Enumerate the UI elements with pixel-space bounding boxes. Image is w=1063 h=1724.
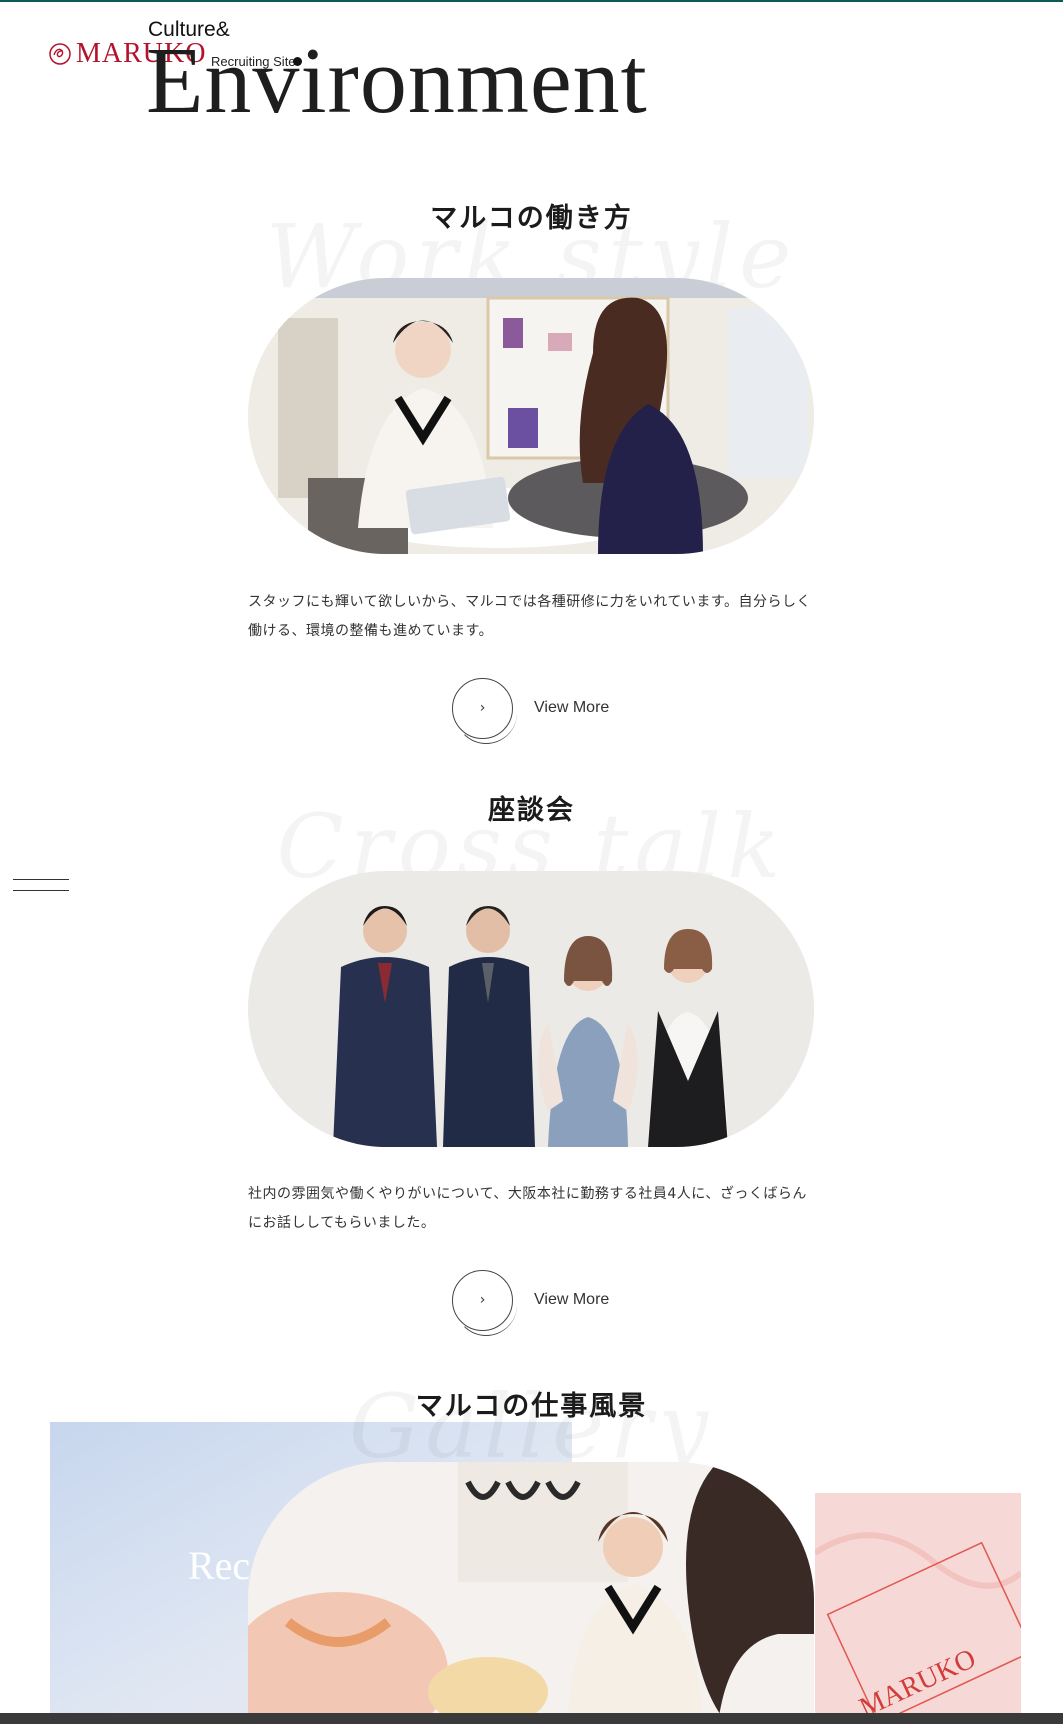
view-more-label: View More [534,699,610,716]
maruko-flower-icon [49,43,71,65]
chevron-right-icon: › [452,677,517,744]
section-title-gallery: マルコの仕事風景 [415,1391,648,1422]
gallery-photo [248,1462,814,1724]
view-more-label: View More [534,1291,610,1308]
work-style-photo [248,278,814,554]
chevron-right-icon: › [452,1269,517,1336]
top-accent-rule [0,0,1063,2]
cross-talk-photo [248,871,814,1147]
bottom-scrollbar[interactable] [0,1713,1063,1724]
page-title: Environment [146,29,648,133]
brand-card[interactable]: MARUKO [815,1493,1021,1714]
work-style-view-more-button[interactable]: › View More [452,677,652,744]
section-title-work-style: マルコの働き方 [430,203,633,234]
cross-talk-view-more-button[interactable]: › View More [452,1269,652,1336]
recruit-card-label: Rec [188,1543,251,1588]
cross-talk-description: 社内の雰囲気や働くやりがいについて、大阪本社に勤務する社員4人に、ざっくばらんに… [248,1186,807,1231]
work-style-description: スタッフにも輝いて欲しいから、マルコでは各種研修に力をいれています。自分らしく働… [248,594,811,639]
section-title-cross-talk: 座談会 [488,795,575,826]
